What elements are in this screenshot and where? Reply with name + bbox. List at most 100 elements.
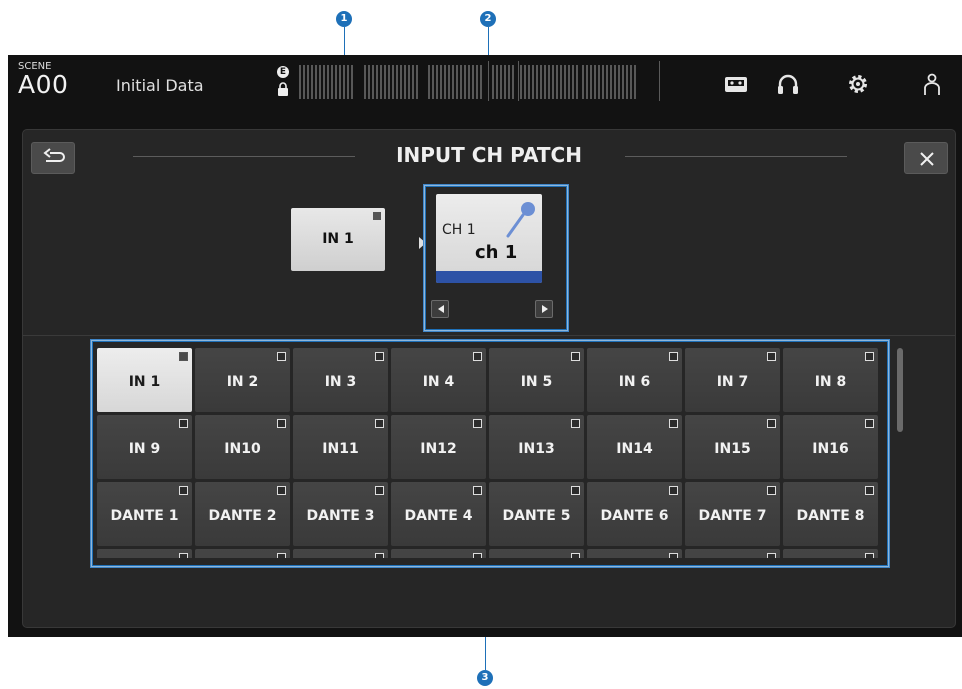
meter-bar [586, 65, 588, 99]
meter-bar [602, 65, 604, 99]
settings-gear-icon[interactable] [846, 72, 870, 96]
page-title: INPUT CH PATCH [396, 143, 582, 167]
input-port-button[interactable]: IN15 [685, 415, 780, 479]
input-port-button[interactable] [391, 549, 486, 558]
input-port-label: DANTE 8 [796, 508, 865, 524]
patch-indicator [571, 352, 580, 361]
input-port-button[interactable]: DANTE 6 [587, 482, 682, 546]
input-port-label: IN11 [322, 441, 359, 457]
meter-bar [552, 65, 554, 99]
input-port-button[interactable]: IN13 [489, 415, 584, 479]
channel-next-button[interactable] [535, 300, 553, 318]
meter-bar [572, 65, 574, 99]
patch-indicator [865, 352, 874, 361]
meter-bar [315, 65, 317, 99]
close-icon [920, 152, 934, 166]
input-port-label: IN16 [812, 441, 849, 457]
input-port-button[interactable]: IN10 [195, 415, 290, 479]
meter-bar [568, 65, 570, 99]
input-port-button[interactable]: IN12 [391, 415, 486, 479]
meter-bar [524, 65, 526, 99]
input-port-label: IN 3 [324, 374, 357, 390]
input-port-button[interactable] [587, 549, 682, 558]
input-port-button[interactable]: IN11 [293, 415, 388, 479]
input-port-button[interactable]: IN 4 [391, 348, 486, 412]
input-port-button[interactable]: DANTE 3 [293, 482, 388, 546]
meter-bar [464, 65, 466, 99]
input-port-label: IN 4 [422, 374, 455, 390]
input-port-button[interactable] [97, 549, 192, 558]
meter-bar [556, 65, 558, 99]
input-port-button[interactable]: IN 9 [97, 415, 192, 479]
input-port-button[interactable]: DANTE 5 [489, 482, 584, 546]
patch-indicator [669, 553, 678, 558]
input-port-button[interactable] [489, 549, 584, 558]
scene-name[interactable]: Initial Data [116, 76, 204, 95]
input-port-button[interactable]: IN14 [587, 415, 682, 479]
input-port-button[interactable] [783, 549, 878, 558]
meter-bar [327, 65, 329, 99]
input-port-button[interactable]: DANTE 8 [783, 482, 878, 546]
meter-bar [496, 65, 498, 99]
input-port-button[interactable] [293, 549, 388, 558]
meter-bar [396, 65, 398, 99]
meter-bar [560, 65, 562, 99]
input-port-button[interactable]: IN 5 [489, 348, 584, 412]
scrollbar[interactable] [897, 348, 903, 432]
input-port-label: IN14 [616, 441, 653, 457]
meter-bar [311, 65, 313, 99]
meter-bar [444, 65, 446, 99]
input-port-label: IN15 [714, 441, 751, 457]
patch-indicator [865, 419, 874, 428]
patch-indicator [473, 553, 482, 558]
input-port-label: DANTE 1 [110, 508, 179, 524]
patch-indicator [473, 352, 482, 361]
patch-indicator [669, 486, 678, 495]
user-icon[interactable] [920, 72, 944, 96]
input-port-label: IN13 [518, 441, 555, 457]
input-port-button[interactable]: IN 2 [195, 348, 290, 412]
meter-bar [331, 65, 333, 99]
input-port-label: IN12 [420, 441, 457, 457]
meter-bar [339, 65, 341, 99]
patch-indicator [179, 486, 188, 495]
chevron-left-icon [438, 305, 444, 313]
meter-bar [347, 65, 349, 99]
input-port-button[interactable]: IN 3 [293, 348, 388, 412]
close-button[interactable] [904, 142, 948, 174]
recorder-icon[interactable] [724, 72, 748, 96]
meter-separator [488, 61, 489, 101]
input-port-label: DANTE 6 [600, 508, 669, 524]
meter-bar [532, 65, 534, 99]
scene-number[interactable]: A00 [18, 70, 68, 99]
input-port-button[interactable]: IN 6 [587, 348, 682, 412]
meter-bar [343, 65, 345, 99]
patch-indicator [375, 486, 384, 495]
channel-tile[interactable]: CH 1 ch 1 [436, 194, 542, 283]
headphones-icon[interactable] [776, 72, 800, 96]
input-port-button[interactable]: IN 8 [783, 348, 878, 412]
input-port-button[interactable] [195, 549, 290, 558]
channel-prev-button[interactable] [431, 300, 449, 318]
input-port-button[interactable]: DANTE 4 [391, 482, 486, 546]
meter-bar [582, 65, 584, 99]
input-port-button[interactable]: IN 7 [685, 348, 780, 412]
e-badge-icon: E [277, 66, 289, 78]
meter-bar [440, 65, 442, 99]
input-port-button[interactable]: DANTE 7 [685, 482, 780, 546]
input-port-button[interactable]: DANTE 2 [195, 482, 290, 546]
input-port-button[interactable]: DANTE 1 [97, 482, 192, 546]
meter-bar [412, 65, 414, 99]
input-port-button[interactable]: IN16 [783, 415, 878, 479]
input-port-button[interactable]: IN 1 [97, 348, 192, 412]
patch-indicator [669, 352, 678, 361]
back-button[interactable] [31, 142, 75, 174]
input-port-label: IN10 [224, 441, 261, 457]
input-port-button[interactable] [685, 549, 780, 558]
selected-input-button[interactable]: IN 1 [291, 208, 385, 271]
meter-bar [492, 65, 494, 99]
meter-bar [303, 65, 305, 99]
section-divider [23, 335, 955, 336]
meter-bar [634, 65, 636, 99]
meter-bar [622, 65, 624, 99]
